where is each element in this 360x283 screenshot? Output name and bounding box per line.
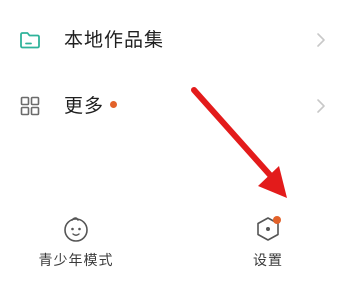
annotation-arrow [191, 87, 287, 198]
